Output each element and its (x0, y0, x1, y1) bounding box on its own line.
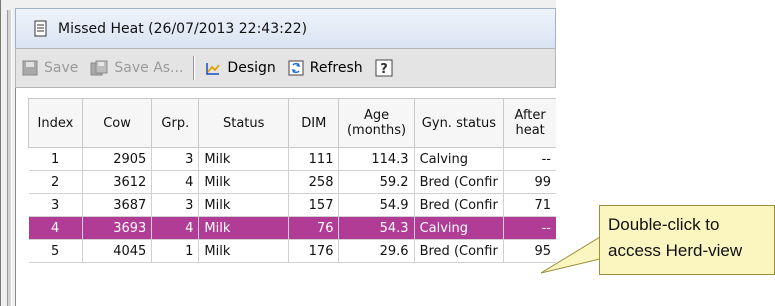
design-label: Design (227, 60, 276, 76)
cell-cow[interactable]: 3693 (82, 216, 153, 240)
cell-age[interactable]: 59.2 (338, 170, 415, 194)
toolbar-separator (193, 56, 196, 80)
column-header-index[interactable]: Index (28, 98, 83, 148)
missed-heat-table: Index Cow Grp. Status DIM Age (months) G… (28, 98, 556, 263)
design-icon (206, 63, 221, 75)
cell-dim[interactable]: 258 (288, 170, 340, 194)
cell-age[interactable]: 54.3 (338, 216, 415, 240)
table-row[interactable]: 2 3612 4 Milk 258 59.2 Bred (Confir 99 (28, 170, 556, 194)
table-row[interactable]: 3 3687 3 Milk 157 54.9 Bred (Confir 71 (28, 193, 556, 217)
cell-grp[interactable]: 1 (151, 239, 200, 263)
save-button[interactable]: Save (16, 53, 84, 83)
column-header-status[interactable]: Status (198, 98, 290, 148)
callout-text: Double-click to access Herd-view (599, 205, 775, 275)
column-header-after-heat[interactable]: After heat (503, 98, 556, 148)
callout-pointer (541, 237, 601, 274)
cell-status[interactable]: Milk (198, 147, 290, 171)
column-header-cow[interactable]: Cow (81, 98, 153, 148)
cell-index[interactable]: 5 (28, 239, 83, 263)
cell-after[interactable]: -- (503, 147, 556, 171)
save-as-icon (90, 60, 108, 76)
cell-dim[interactable]: 111 (288, 147, 340, 171)
help-icon: ? (375, 59, 393, 77)
cell-index[interactable]: 2 (28, 170, 83, 194)
refresh-icon (288, 60, 304, 76)
cell-status[interactable]: Milk (198, 193, 290, 217)
cell-gyn[interactable]: Calving (414, 147, 505, 171)
report-document-icon (34, 20, 47, 36)
cell-status[interactable]: Milk (198, 170, 290, 194)
table-row[interactable]: 1 2905 3 Milk 111 114.3 Calving -- (28, 147, 556, 171)
cell-gyn[interactable]: Bred (Confir (414, 193, 505, 217)
cell-index[interactable]: 4 (28, 216, 83, 240)
cell-status[interactable]: Milk (198, 239, 290, 263)
floppy-disk-icon (22, 60, 38, 76)
cell-age[interactable]: 29.6 (338, 239, 415, 263)
report-title-bar[interactable]: Missed Heat (26/07/2013 22:43:22) (15, 8, 556, 48)
table-header-row: Index Cow Grp. Status DIM Age (months) G… (28, 98, 556, 148)
report-grid: Index Cow Grp. Status DIM Age (months) G… (15, 88, 556, 306)
cell-grp[interactable]: 3 (151, 147, 200, 171)
cell-index[interactable]: 1 (28, 147, 83, 171)
cell-cow[interactable]: 4045 (82, 239, 153, 263)
table-row[interactable]: 5 4045 1 Milk 176 29.6 Bred (Confir 95 (28, 239, 556, 263)
report-title: Missed Heat (26/07/2013 22:43:22) (58, 20, 308, 37)
column-header-dim[interactable]: DIM (288, 98, 340, 148)
help-button[interactable]: ? (369, 53, 399, 83)
cell-dim[interactable]: 157 (288, 193, 340, 217)
column-header-grp[interactable]: Grp. (151, 98, 200, 148)
cell-cow[interactable]: 3612 (82, 170, 153, 194)
cell-after[interactable]: 71 (503, 193, 556, 217)
cell-cow[interactable]: 2905 (82, 147, 153, 171)
design-button[interactable]: Design (199, 53, 281, 83)
table-row[interactable]: 4 3693 4 Milk 76 54.3 Calving -- (28, 216, 556, 240)
refresh-button[interactable]: Refresh (282, 53, 369, 83)
cell-grp[interactable]: 4 (151, 170, 200, 194)
cell-cow[interactable]: 3687 (82, 193, 153, 217)
save-as-label: Save As... (114, 60, 184, 76)
callout-tooltip: Double-click to access Herd-view (541, 205, 775, 275)
window-frame-edge (7, 10, 12, 306)
cell-grp[interactable]: 4 (151, 216, 200, 240)
cell-gyn[interactable]: Bred (Confir (414, 239, 505, 263)
cell-dim[interactable]: 176 (288, 239, 340, 263)
column-header-age[interactable]: Age (months) (338, 98, 415, 148)
cell-age[interactable]: 114.3 (338, 147, 415, 171)
report-window: Missed Heat (26/07/2013 22:43:22) Save S… (0, 0, 556, 306)
cell-dim[interactable]: 76 (288, 216, 340, 240)
cell-gyn[interactable]: Bred (Confir (414, 170, 505, 194)
help-glyph: ? (380, 62, 388, 77)
toolbar: Save Save As... Design Refresh ? (15, 48, 556, 88)
cell-age[interactable]: 54.9 (338, 193, 415, 217)
column-header-gyn-status[interactable]: Gyn. status (413, 98, 505, 148)
save-as-button[interactable]: Save As... (84, 53, 189, 83)
save-label: Save (44, 60, 79, 76)
cell-gyn[interactable]: Calving (414, 216, 505, 240)
cell-after[interactable]: 99 (503, 170, 556, 194)
refresh-label: Refresh (309, 60, 363, 76)
cell-grp[interactable]: 3 (151, 193, 200, 217)
cell-status[interactable]: Milk (198, 216, 290, 240)
cell-index[interactable]: 3 (28, 193, 83, 217)
